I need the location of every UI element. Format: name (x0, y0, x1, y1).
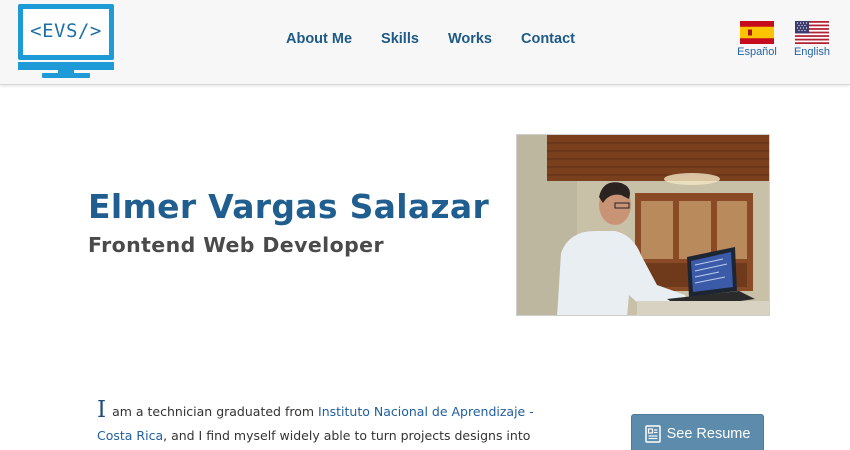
about-text-start: am a technician graduated from (108, 404, 319, 419)
see-resume-button[interactable]: See Resume (631, 414, 764, 450)
language-spanish[interactable]: Español (737, 21, 777, 58)
nav-contact[interactable]: Contact (521, 31, 575, 47)
hero-role: Frontend Web Developer (88, 233, 384, 257)
hero-name: Elmer Vargas Salazar (88, 187, 490, 226)
logo[interactable]: <EVS/> (18, 4, 114, 78)
logo-text: <EVS/> (30, 20, 102, 42)
main-nav: About Me Skills Works Contact (286, 31, 604, 47)
logo-monitor-icon: <EVS/> (18, 4, 114, 60)
resume-icon (644, 425, 661, 443)
see-resume-label: See Resume (666, 426, 751, 442)
about-paragraph: I am a technician graduated from Institu… (97, 398, 552, 450)
about-dropcap: I (97, 397, 107, 423)
language-english[interactable]: English (792, 21, 832, 58)
nav-skills[interactable]: Skills (381, 31, 419, 47)
language-english-label: English (793, 46, 831, 58)
nav-about-me[interactable]: About Me (286, 31, 352, 47)
language-spanish-label: Español (737, 46, 777, 58)
developer-at-laptop-photo (517, 135, 769, 315)
site-header: <EVS/> About Me Skills Works Contact Esp… (0, 0, 850, 85)
usa-flag-icon (795, 21, 829, 44)
spain-flag-icon (740, 21, 774, 44)
nav-works[interactable]: Works (448, 31, 492, 47)
profile-photo (516, 134, 770, 316)
